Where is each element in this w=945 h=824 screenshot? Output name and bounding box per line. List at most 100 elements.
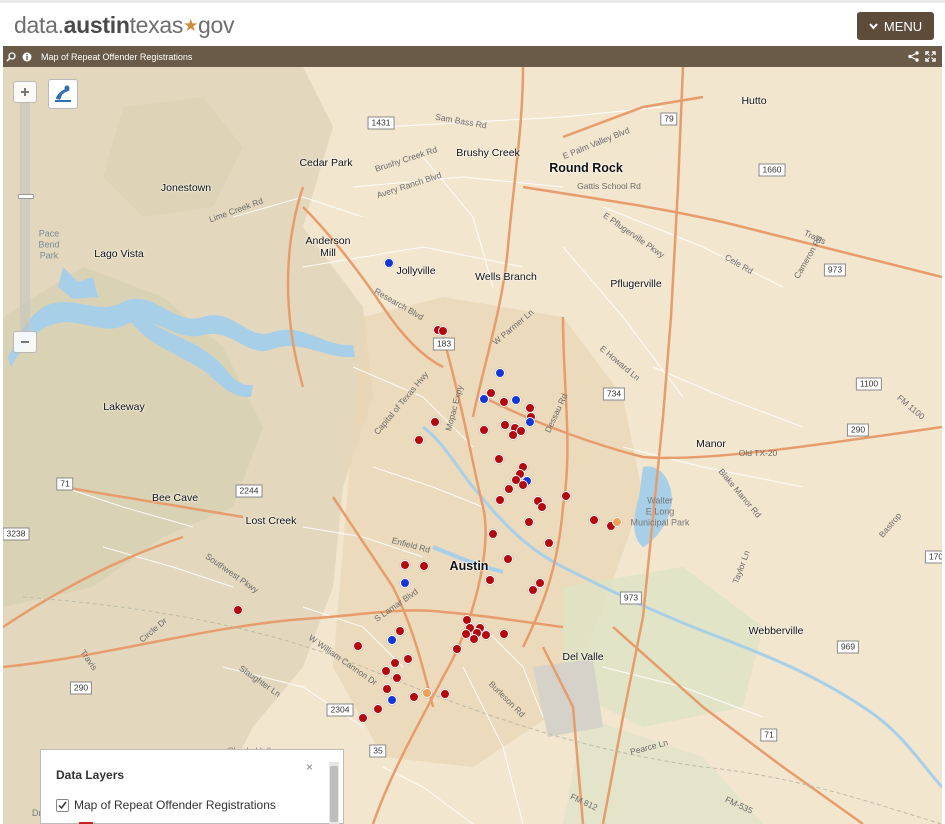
info-icon[interactable]	[19, 46, 35, 67]
offender-marker[interactable]	[503, 554, 513, 564]
offender-marker[interactable]	[373, 704, 383, 714]
map-title-bar: Map of Repeat Offender Registrations	[3, 46, 942, 67]
offender-marker[interactable]	[524, 517, 534, 527]
offender-marker[interactable]	[504, 484, 514, 494]
fullscreen-icon[interactable]	[925, 51, 936, 62]
offender-marker[interactable]	[400, 560, 410, 570]
plus-icon	[21, 88, 29, 96]
logo-gov-text: gov	[198, 12, 235, 38]
menu-button[interactable]: MENU	[857, 12, 934, 40]
offender-marker[interactable]	[438, 326, 448, 336]
offender-marker[interactable]	[414, 435, 424, 445]
site-logo[interactable]: data.austintexas★gov	[14, 12, 235, 39]
highway-shield: 734	[602, 387, 626, 401]
data-layers-title: Data Layers	[56, 768, 125, 782]
offender-marker[interactable]	[395, 626, 405, 636]
zoom-slider-thumb[interactable]	[18, 194, 34, 199]
offender-marker[interactable]	[525, 417, 535, 427]
offender-marker[interactable]	[387, 695, 397, 705]
highway-shield: 79	[660, 112, 678, 126]
offender-marker[interactable]	[537, 502, 547, 512]
chevron-down-icon	[869, 22, 878, 30]
offender-marker[interactable]	[589, 515, 599, 525]
map-canvas[interactable]: Hutto Round Rock Cedar Park Brushy Creek Jon…	[3, 67, 942, 824]
logo-austin-text: austin	[63, 12, 130, 38]
basemap	[3, 67, 942, 824]
menu-label: MENU	[883, 18, 923, 34]
offender-marker[interactable]	[528, 585, 538, 595]
layer-label: Map of Repeat Offender Registrations	[74, 798, 276, 812]
highway-shield: 2244	[235, 484, 263, 498]
highway-shield: 71	[760, 728, 778, 742]
offender-marker[interactable]	[488, 529, 498, 539]
highway-shield: 1100	[855, 377, 883, 391]
offender-marker[interactable]	[469, 634, 479, 644]
highway-shield: 1660	[758, 163, 786, 177]
legend-scrollbar-thumb[interactable]	[330, 766, 338, 822]
layer-checkbox[interactable]	[56, 798, 69, 812]
offender-marker[interactable]	[495, 368, 505, 378]
map-title: Map of Repeat Offender Registrations	[41, 51, 193, 62]
offender-marker[interactable]	[390, 658, 400, 668]
highway-shield: 71	[56, 477, 74, 491]
share-icon[interactable]	[908, 51, 919, 62]
offender-marker[interactable]	[392, 673, 402, 683]
map-home-icon	[55, 85, 71, 102]
offender-marker[interactable]	[500, 420, 510, 430]
zoom-control[interactable]	[13, 81, 37, 355]
logo-data-text: data.	[14, 12, 64, 38]
offender-marker[interactable]	[381, 666, 391, 676]
highway-shield: 290	[69, 681, 93, 695]
offender-marker[interactable]	[481, 630, 491, 640]
offender-marker[interactable]	[499, 397, 509, 407]
offender-marker[interactable]	[430, 417, 440, 427]
offender-marker[interactable]	[353, 641, 363, 651]
offender-marker[interactable]	[516, 426, 526, 436]
offender-marker[interactable]	[400, 578, 410, 588]
search-icon[interactable]	[3, 46, 19, 67]
offender-marker[interactable]	[422, 688, 432, 698]
data-layers-panel: Data Layers × Map of Repeat Offender Reg…	[40, 749, 344, 824]
zoom-in-button[interactable]	[13, 81, 37, 103]
offender-marker[interactable]	[382, 684, 392, 694]
checkmark-icon	[58, 801, 67, 809]
offender-marker[interactable]	[403, 654, 413, 664]
page: data.austintexas★gov MENU Map of Repeat …	[0, 0, 945, 824]
highway-shield: 35	[369, 744, 387, 758]
highway-shield: 183	[432, 337, 456, 351]
offender-marker[interactable]	[485, 575, 495, 585]
logo-texas-text: texas	[129, 12, 184, 38]
offender-marker[interactable]	[544, 538, 554, 548]
highway-shield: 170	[924, 550, 942, 564]
offender-marker[interactable]	[612, 517, 622, 527]
offender-marker[interactable]	[409, 692, 419, 702]
site-header: data.austintexas★gov MENU	[0, 0, 945, 46]
close-icon[interactable]: ×	[306, 760, 313, 774]
legend-scrollbar[interactable]	[329, 762, 339, 824]
home-extent-button[interactable]	[48, 79, 78, 109]
offender-marker[interactable]	[561, 491, 571, 501]
offender-marker[interactable]	[479, 394, 489, 404]
offender-marker[interactable]	[419, 561, 429, 571]
offender-marker[interactable]	[384, 258, 394, 268]
highway-shield: 2304	[326, 703, 354, 717]
offender-marker[interactable]	[387, 635, 397, 645]
offender-marker[interactable]	[358, 713, 368, 723]
highway-shield: 3238	[3, 527, 30, 541]
offender-marker[interactable]	[499, 629, 509, 639]
offender-marker[interactable]	[518, 480, 528, 490]
zoom-out-button[interactable]	[13, 331, 37, 353]
highway-shield: 290	[846, 423, 870, 437]
highway-shield: 973	[823, 263, 847, 277]
offender-marker[interactable]	[452, 644, 462, 654]
layer-toggle-row[interactable]: Map of Repeat Offender Registrations	[56, 798, 276, 812]
offender-marker[interactable]	[495, 495, 505, 505]
zoom-slider-track[interactable]	[18, 103, 34, 333]
offender-marker[interactable]	[511, 395, 521, 405]
offender-marker[interactable]	[479, 425, 489, 435]
offender-marker[interactable]	[494, 454, 504, 464]
offender-marker[interactable]	[233, 605, 243, 615]
offender-marker[interactable]	[440, 689, 450, 699]
star-icon: ★	[183, 16, 199, 35]
minus-icon	[21, 341, 29, 343]
